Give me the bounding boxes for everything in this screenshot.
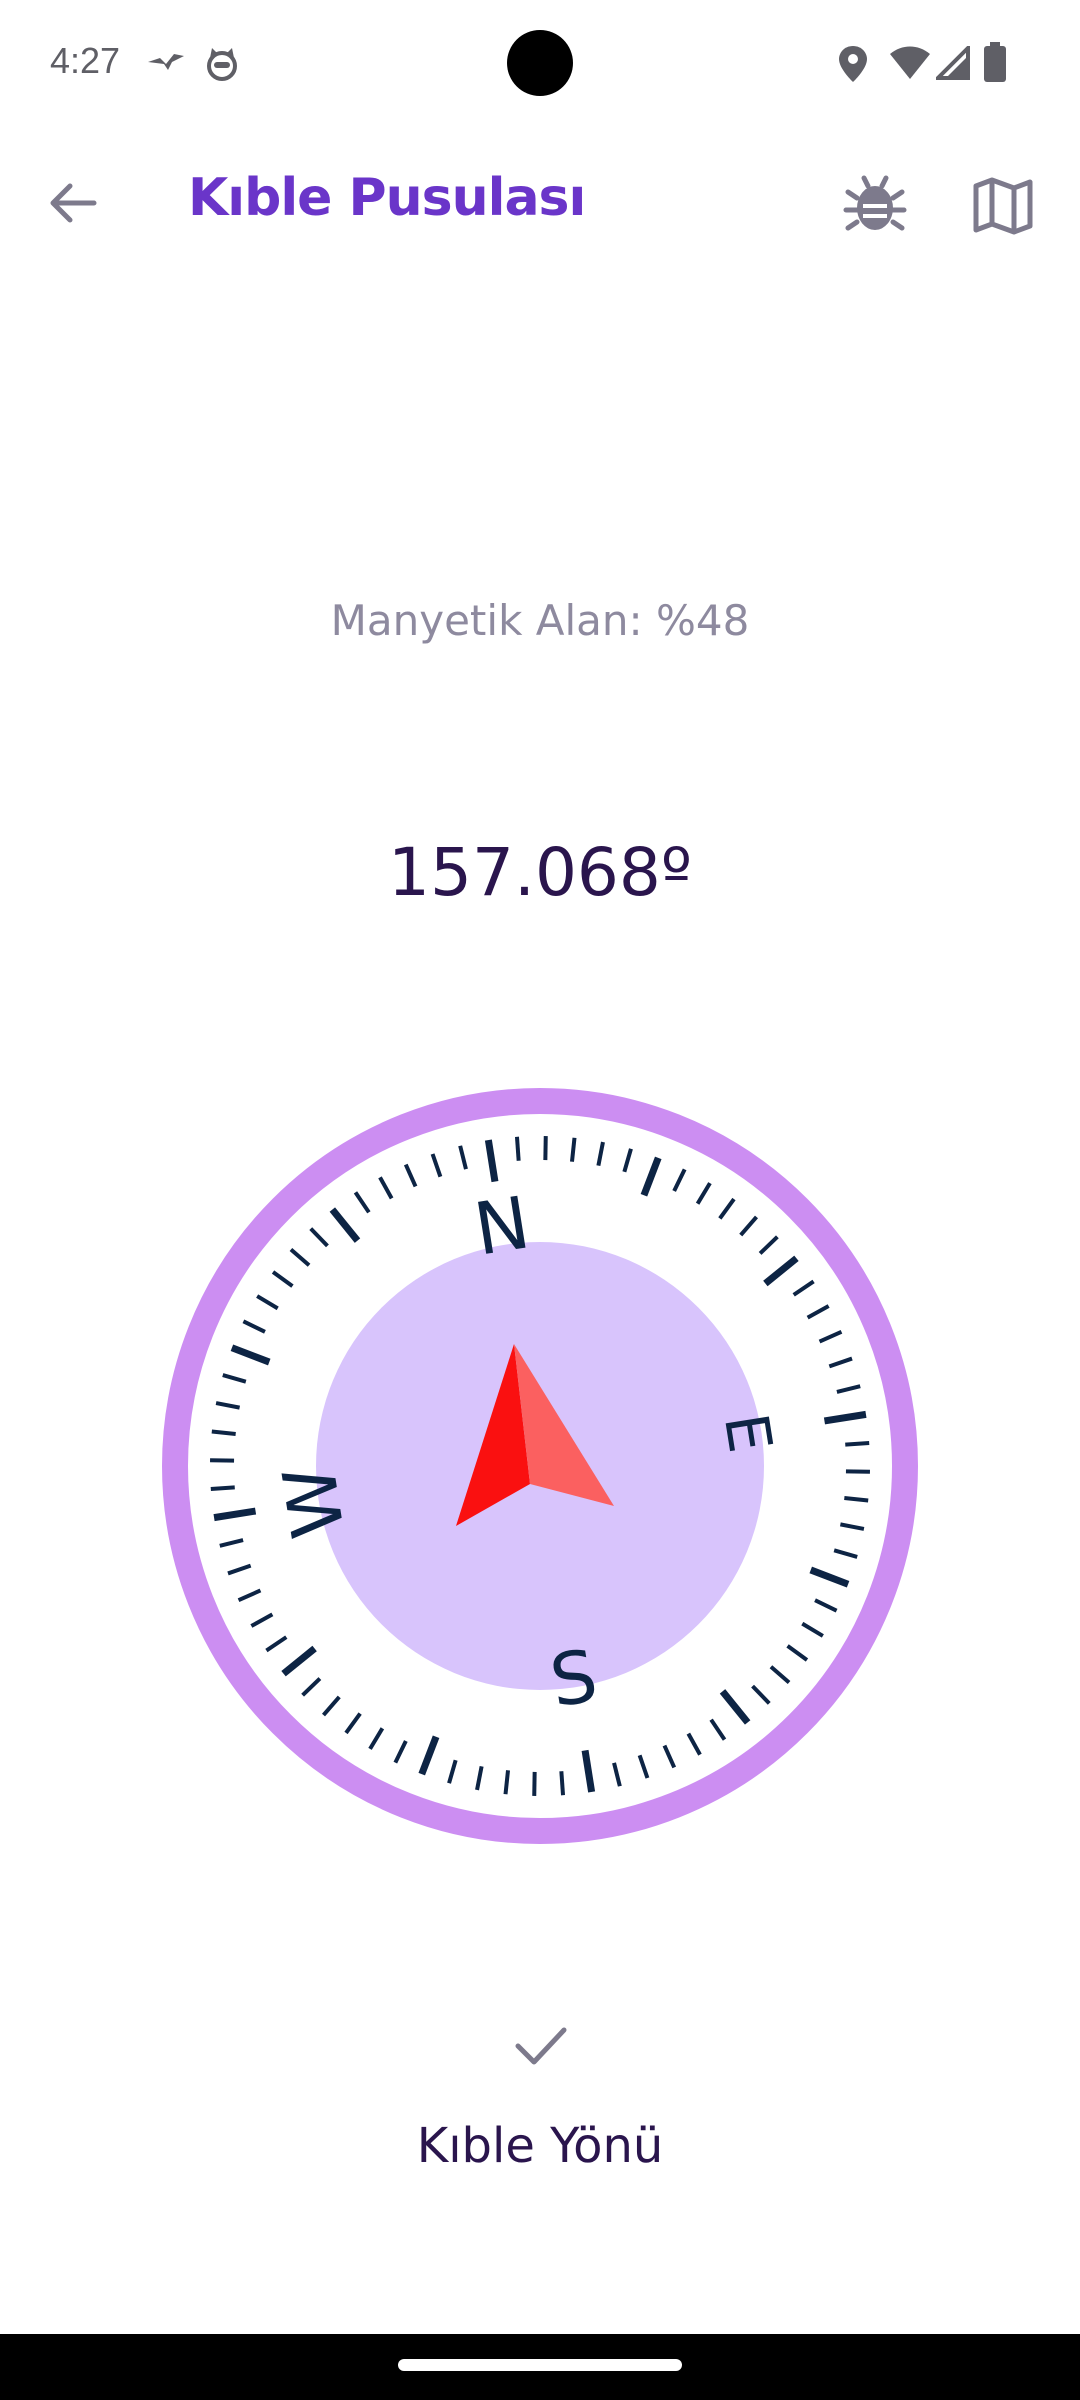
heading-degrees: 157.068º (387, 834, 693, 911)
bird-notification-icon (146, 48, 186, 84)
home-gesture-handle[interactable] (398, 2359, 682, 2371)
map-icon (973, 177, 1033, 235)
qibla-direction-label: Kıble Yönü (416, 2118, 664, 2174)
back-button[interactable] (38, 168, 108, 238)
bug-icon (843, 175, 907, 231)
debug-button[interactable] (840, 170, 910, 240)
page-title: Kıble Pusulası (188, 168, 586, 228)
signal-icon (933, 43, 970, 84)
wifi-icon (888, 46, 932, 84)
cardinal-west: W (267, 1460, 361, 1543)
compass: N E S W (162, 1088, 918, 1844)
app-bar: Kıble Pusulası (0, 128, 1080, 276)
status-time: 4:27 (50, 40, 121, 81)
battery-icon (984, 42, 1006, 86)
magnetic-field-text: Manyetik Alan: %48 (330, 596, 750, 645)
status-bar: 4:27 (0, 0, 1080, 128)
camera-cutout (507, 30, 573, 96)
check-icon (510, 2016, 570, 2076)
map-button[interactable] (968, 170, 1038, 240)
location-icon (836, 44, 870, 88)
navigation-bar (0, 2334, 1080, 2400)
arrow-left-icon (50, 183, 97, 223)
cat-notification-icon (204, 46, 240, 86)
